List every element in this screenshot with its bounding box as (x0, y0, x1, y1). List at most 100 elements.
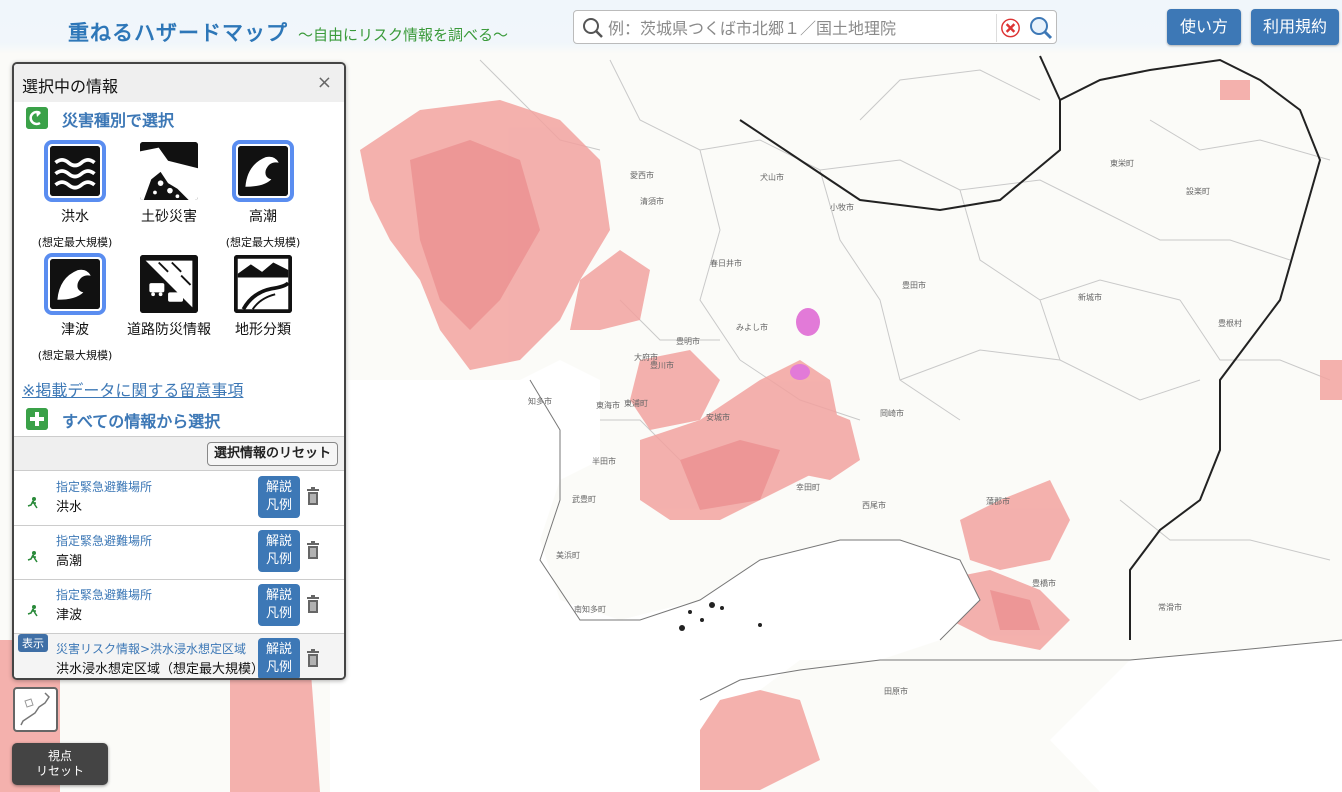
place-label: 美浜町 (556, 551, 580, 560)
reset-selection-button[interactable]: 選択情報のリセット (206, 442, 338, 466)
japan-map-icon (20, 692, 50, 726)
layer-category: 指定緊急避難場所 (56, 588, 153, 602)
place-label: 田原市 (884, 687, 908, 696)
place-label: 小牧市 (830, 203, 854, 212)
pond-layer (790, 308, 820, 380)
layer-name: 洪水浸水想定区域（想定最大規模） (56, 662, 256, 677)
hazard-tsunami-sub: (想定最大規模) (37, 349, 113, 362)
place-label: 犬山市 (760, 173, 784, 182)
landslide-icon[interactable] (138, 140, 200, 202)
hazard-terrain-label: 地形分類 (235, 322, 291, 338)
place-label: 東浦町 (624, 399, 648, 408)
hazard-storm-surge-label: 高潮 (249, 209, 277, 225)
app-title[interactable]: 重ねるハザードマップ (68, 17, 288, 47)
place-label: 知多市 (528, 397, 552, 406)
hazard-tsunami[interactable]: 津波 (想定最大規模) (25, 253, 125, 363)
legend-line1: 解説 (265, 642, 292, 657)
select-from-all-label[interactable]: すべての情報から選択 (62, 408, 220, 432)
hazard-road-disaster[interactable]: 道路防災情報 (119, 253, 219, 339)
app-header: 重ねるハザードマップ ～自由にリスク情報を調べる～ 使い方 利用規約 (0, 0, 1342, 54)
evacuation-site-icon (27, 551, 38, 563)
selected-layers-list: 選択情報のリセット 指定緊急避難場所 洪水 解説 凡例 指定緊急避難場所 高潮 解… (14, 436, 344, 680)
terms-button[interactable]: 利用規約 (1251, 9, 1339, 45)
back-arrow-icon (26, 107, 48, 129)
place-label: 幸田町 (796, 483, 820, 492)
flood-icon[interactable] (44, 140, 106, 202)
place-label: 南知多町 (574, 605, 606, 614)
trash-icon[interactable] (306, 595, 320, 613)
evacuation-site-icon (27, 605, 38, 617)
search-button-icon[interactable] (1026, 14, 1056, 42)
terrain-icon[interactable] (232, 253, 294, 315)
place-label: 清須市 (640, 197, 664, 206)
place-label: 大府市 (634, 353, 658, 362)
evacuation-site-icon (27, 497, 38, 509)
storm-surge-icon[interactable] (232, 140, 294, 202)
close-panel-button[interactable]: × (317, 72, 332, 93)
legend-line1: 解説 (265, 534, 292, 549)
hazard-tsunami-label: 津波 (61, 322, 89, 338)
clear-search-icon[interactable] (996, 14, 1024, 42)
search-icon (583, 18, 603, 38)
layer-category: 指定緊急避難場所 (56, 480, 153, 494)
panel-header: 選択中の情報 × (14, 64, 344, 102)
view-reset-line2: リセット (35, 764, 84, 778)
app-subtitle: ～自由にリスク情報を調べる～ (298, 26, 509, 44)
road-disaster-icon[interactable] (138, 253, 200, 315)
layer-row[interactable]: 指定緊急避難場所 高潮 解説 凡例 (14, 526, 344, 580)
place-label: 豊明市 (676, 337, 700, 346)
display-badge[interactable]: 表示 (18, 634, 48, 652)
selected-info-panel: 選択中の情報 × 災害種別で選択 洪水 (想定最大規模) 土砂災害 高潮 (想定… (12, 62, 346, 680)
layer-name: 津波 (56, 608, 83, 623)
place-label: 岡崎市 (880, 409, 904, 418)
layer-row[interactable]: 表示 災害リスク情報>洪水浸水想定区域 洪水浸水想定区域（想定最大規模） 解説凡… (14, 634, 344, 680)
hazard-landslide[interactable]: 土砂災害 (119, 140, 219, 226)
place-label: 安城市 (706, 413, 730, 422)
place-label: 愛西市 (630, 171, 654, 180)
trash-icon[interactable] (306, 649, 320, 667)
place-label: 豊橋市 (1032, 579, 1056, 588)
hazard-landslide-label: 土砂災害 (141, 209, 197, 225)
place-label: 東海市 (596, 401, 620, 410)
legend-button[interactable]: 解説 凡例 (258, 476, 300, 518)
tsunami-icon[interactable] (44, 253, 106, 315)
legend-line2: 凡例 (265, 606, 292, 621)
resize-grip-icon[interactable] (332, 676, 342, 680)
hazard-terrain[interactable]: 地形分類 (213, 253, 313, 339)
hazard-flood[interactable]: 洪水 (想定最大規模) (25, 140, 125, 250)
layer-row[interactable]: 指定緊急避難場所 津波 解説凡例 (14, 580, 344, 634)
place-label: 半田市 (592, 457, 616, 466)
search-input[interactable] (608, 15, 988, 41)
place-label: 豊田市 (902, 281, 926, 290)
legend-line2: 凡例 (265, 498, 292, 513)
view-reset-button[interactable]: 視点 リセット (12, 743, 108, 785)
place-label: 武豊町 (572, 495, 596, 504)
legend-line2: 凡例 (265, 660, 292, 675)
select-by-type-label[interactable]: 災害種別で選択 (62, 107, 174, 131)
place-label: 豊根村 (1218, 319, 1242, 328)
howto-button[interactable]: 使い方 (1167, 9, 1241, 45)
view-reset-line1: 視点 (47, 749, 72, 763)
hazard-storm-surge[interactable]: 高潮 (想定最大規模) (213, 140, 313, 250)
legend-button[interactable]: 解説 凡例 (258, 584, 300, 626)
trash-icon[interactable] (306, 487, 320, 505)
layer-category: 災害リスク情報>洪水浸水想定区域 (56, 642, 247, 656)
trash-icon[interactable] (306, 541, 320, 559)
layer-row[interactable]: 指定緊急避難場所 洪水 解説凡例 (14, 472, 344, 526)
place-label: 東栄町 (1110, 159, 1134, 168)
reset-bar: 選択情報のリセット (14, 437, 344, 471)
minimap-button[interactable] (13, 687, 58, 732)
legend-line1: 解説 (265, 480, 292, 495)
legend-button[interactable]: 解説 凡例 (258, 530, 300, 572)
place-label: 新城市 (1078, 293, 1102, 302)
legend-button[interactable]: 解説 凡例 (258, 638, 300, 678)
layer-name: 洪水 (56, 500, 83, 515)
search-box (573, 10, 1057, 44)
legend-line1: 解説 (265, 588, 292, 603)
panel-title: 選択中の情報 (22, 77, 119, 96)
place-label: 春日井市 (710, 259, 742, 268)
data-notes-link[interactable]: ※掲載データに関する留意事項 (22, 377, 243, 401)
legend-line2: 凡例 (265, 552, 292, 567)
place-label: みよし市 (736, 323, 768, 332)
plus-icon (26, 408, 48, 430)
